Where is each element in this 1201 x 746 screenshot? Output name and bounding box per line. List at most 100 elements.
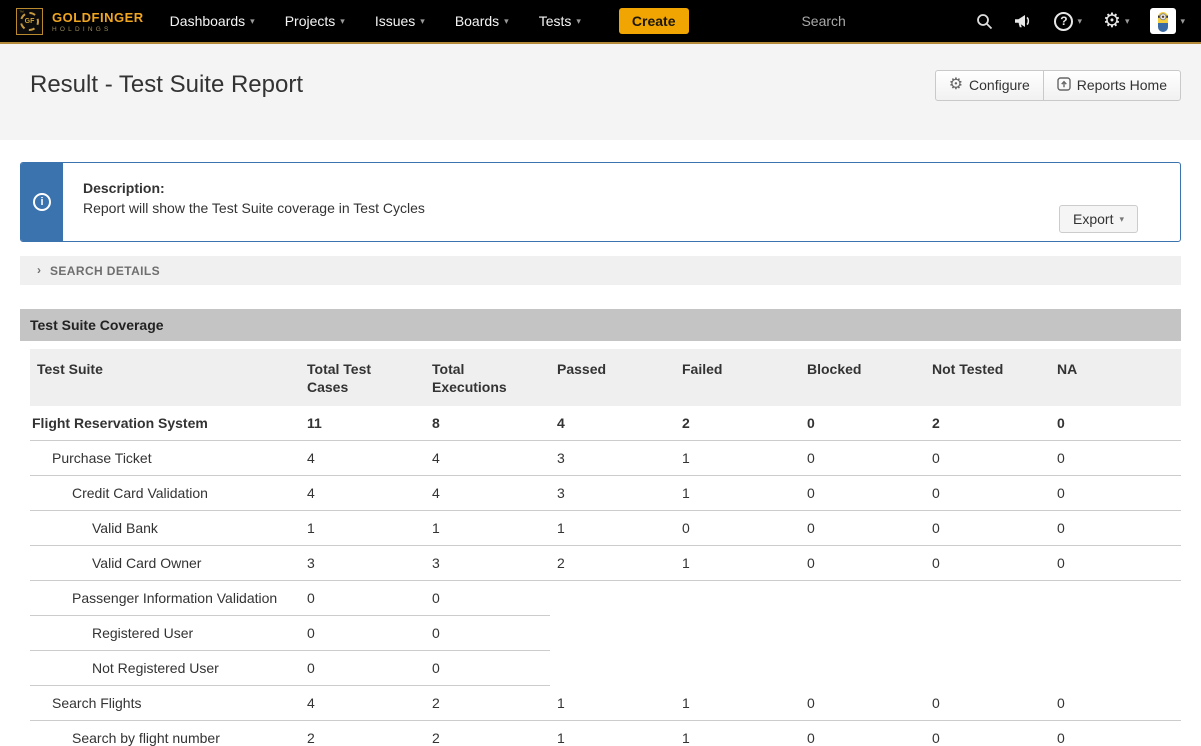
value-cell: 1 [675,546,800,581]
value-cell: 0 [675,511,800,546]
menu-boards[interactable]: Boards ▾ [455,13,509,29]
search-icon[interactable] [976,13,993,30]
col-test-suite: Test Suite [30,349,300,406]
value-cell: 1 [675,721,800,746]
description-text: Report will show the Test Suite coverage… [83,198,425,218]
value-cell: 1 [675,441,800,476]
reports-home-button[interactable]: Reports Home [1043,70,1181,101]
value-cell [550,581,675,616]
value-cell [675,616,800,651]
value-cell: 1 [550,721,675,746]
value-cell: 3 [425,546,550,581]
value-cell [925,616,1050,651]
test-suite-name: Valid Card Owner [30,546,300,581]
value-cell: 8 [425,406,550,441]
value-cell [925,651,1050,686]
test-suite-name: Purchase Ticket [30,441,300,476]
value-cell: 0 [1050,406,1181,441]
help-menu[interactable]: ? ▾ [1054,12,1082,31]
col-total-executions: Total Executions [425,349,550,406]
description-label: Description: [83,178,425,198]
value-cell: 1 [675,686,800,721]
value-cell: 0 [800,721,925,746]
help-icon: ? [1054,12,1073,31]
value-cell: 4 [550,406,675,441]
brand-name: GOLDFINGER [52,10,144,25]
table-row: Search Flights4211000 [30,686,1181,721]
value-cell: 0 [425,616,550,651]
top-navbar: ™ GF GOLDFINGER HOLDINGS Dashboards ▾ Pr… [0,0,1201,44]
announcement-icon[interactable] [1014,13,1033,29]
value-cell: 2 [425,686,550,721]
value-cell [925,581,1050,616]
value-cell: 0 [800,686,925,721]
value-cell: 1 [300,511,425,546]
gear-icon: ⚙ [1103,11,1121,31]
table-row: Valid Card Owner3321000 [30,546,1181,581]
value-cell [1050,616,1181,651]
chevron-down-icon: ▾ [504,16,509,27]
search-input[interactable] [801,13,933,29]
value-cell [675,651,800,686]
value-cell: 4 [300,441,425,476]
test-suite-name: Search by flight number [30,721,300,746]
table-row: Not Registered User00 [30,651,1181,686]
value-cell [800,581,925,616]
chevron-down-icon: ▾ [1119,214,1124,225]
menu-tests[interactable]: Tests ▾ [539,13,581,29]
value-cell: 0 [1050,441,1181,476]
test-suite-name: Passenger Information Validation [30,581,300,616]
value-cell: 0 [925,721,1050,746]
menu-dashboards[interactable]: Dashboards ▾ [170,13,255,29]
value-cell: 2 [925,406,1050,441]
gear-icon: ⚙ [949,77,963,93]
value-cell: 2 [425,721,550,746]
table-row: Valid Bank1110000 [30,511,1181,546]
table-row: Purchase Ticket4431000 [30,441,1181,476]
main-content: i Description: Report will show the Test… [0,162,1201,746]
coverage-table-body: Flight Reservation System11842020Purchas… [30,406,1181,746]
col-total-test-cases: Total Test Cases [300,349,425,406]
value-cell: 3 [550,476,675,511]
menu-issues[interactable]: Issues ▾ [375,13,425,29]
admin-settings-menu[interactable]: ⚙ ▾ [1103,11,1129,31]
user-menu[interactable]: ▾ [1150,8,1185,34]
value-cell: 1 [425,511,550,546]
chevron-down-icon: ▾ [420,16,425,27]
value-cell: 0 [925,686,1050,721]
col-na: NA [1050,349,1181,406]
col-failed: Failed [675,349,800,406]
value-cell: 3 [550,441,675,476]
create-button[interactable]: Create [619,8,689,34]
avatar [1150,8,1176,34]
value-cell: 0 [925,476,1050,511]
coverage-section-title: Test Suite Coverage [20,309,1181,341]
value-cell: 4 [300,686,425,721]
value-cell: 3 [300,546,425,581]
test-suite-name: Valid Bank [30,511,300,546]
value-cell: 0 [300,581,425,616]
col-not-tested: Not Tested [925,349,1050,406]
app-logo[interactable]: ™ GF GOLDFINGER HOLDINGS [16,8,144,35]
table-header-row: Test Suite Total Test Cases Total Execut… [30,349,1181,406]
test-suite-name: Search Flights [30,686,300,721]
info-icon: i [33,193,51,211]
menu-projects[interactable]: Projects ▾ [285,13,345,29]
value-cell: 0 [1050,721,1181,746]
value-cell: 2 [550,546,675,581]
value-cell: 0 [925,511,1050,546]
table-row: Registered User00 [30,616,1181,651]
value-cell [675,581,800,616]
configure-button[interactable]: ⚙ Configure [935,70,1044,101]
page-title: Result - Test Suite Report [30,71,303,99]
value-cell [1050,581,1181,616]
test-suite-name: Flight Reservation System [30,406,300,441]
export-button[interactable]: Export ▾ [1059,205,1138,233]
logo-emblem-icon: ™ GF [16,8,43,35]
value-cell: 0 [1050,511,1181,546]
search-details-toggle[interactable]: › SEARCH DETAILS [20,256,1181,285]
value-cell [800,616,925,651]
chevron-down-icon: ▾ [250,16,255,27]
value-cell: 0 [1050,476,1181,511]
table-row: Credit Card Validation4431000 [30,476,1181,511]
